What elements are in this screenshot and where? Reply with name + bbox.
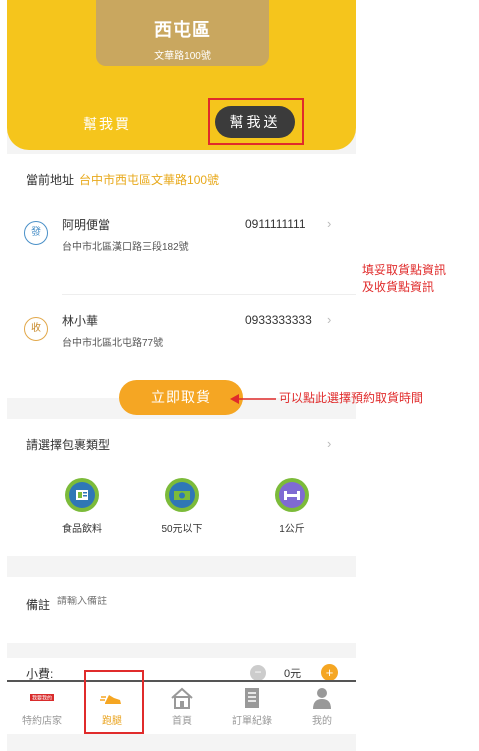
tab-label: 特約店家 bbox=[22, 716, 62, 727]
current-address-label: 當前地址 bbox=[26, 173, 75, 187]
package-option-label: 1公斤 bbox=[279, 524, 305, 535]
annotation-line: 填妥取貨點資訊 bbox=[362, 263, 447, 277]
receiver-row[interactable]: 收 林小華 台中市北區北屯路77號 0933333333 › bbox=[7, 304, 356, 364]
annotation-fill-info: 填妥取貨點資訊 及收貨點資訊 bbox=[362, 262, 446, 296]
package-option-price[interactable]: 50元以下 bbox=[142, 478, 222, 535]
package-option-food[interactable]: 食品飲料 bbox=[42, 478, 122, 535]
note-input[interactable] bbox=[57, 596, 287, 607]
annotation-line: 及收貨點資訊 bbox=[362, 280, 435, 294]
note-section: 備註 bbox=[7, 577, 356, 643]
food-menu-icon bbox=[65, 478, 99, 512]
cash-icon bbox=[165, 478, 199, 512]
sender-badge-icon: 發 bbox=[24, 221, 48, 245]
chevron-right-icon[interactable]: › bbox=[327, 436, 331, 451]
current-address: 當前地址 台中市西屯區文華路100號 bbox=[26, 171, 219, 188]
sender-address: 台中市北區漢口路三段182號 bbox=[62, 242, 189, 253]
chevron-right-icon: › bbox=[327, 216, 332, 231]
receiver-address: 台中市北區北屯路77號 bbox=[62, 338, 164, 349]
sender-phone: 0911111111 bbox=[245, 217, 306, 231]
arrow-left-icon bbox=[230, 394, 276, 404]
package-option-label: 食品飲料 bbox=[62, 524, 102, 535]
tab-label: 我的 bbox=[312, 716, 332, 727]
tab-label: 訂單紀錄 bbox=[232, 716, 272, 727]
package-type-title[interactable]: 請選擇包裹類型 bbox=[26, 436, 110, 453]
tip-decrease-button[interactable]: − bbox=[250, 665, 266, 681]
receiver-phone: 0933333333 bbox=[245, 313, 312, 327]
receiver-name: 林小華 bbox=[62, 314, 99, 328]
receiver-badge-icon: 收 bbox=[24, 317, 48, 341]
bottom-tab-bar: 我要我的 特約店家 跑腿 首頁 訂單紀錄 我的 bbox=[7, 680, 356, 734]
document-icon bbox=[240, 687, 264, 709]
highlight-send-tab bbox=[208, 98, 304, 145]
tab-order-history[interactable]: 訂單紀錄 bbox=[217, 682, 287, 736]
sender-row[interactable]: 發 阿明便當 台中市北區漢口路三段182號 0911111111 › bbox=[7, 208, 356, 268]
address-section: 當前地址 台中市西屯區文華路100號 發 阿明便當 台中市北區漢口路三段182號 … bbox=[7, 154, 356, 398]
person-icon bbox=[310, 687, 334, 709]
store-badge-text: 我要我的 bbox=[32, 695, 52, 702]
chevron-right-icon: › bbox=[327, 312, 332, 327]
tab-buy-for-me[interactable]: 幫我買 bbox=[83, 114, 131, 134]
district-name: 西屯區 bbox=[154, 20, 211, 40]
district-card[interactable]: 西屯區 文華路100號 bbox=[96, 0, 269, 66]
highlight-errand-tab bbox=[84, 670, 144, 734]
dumbbell-icon bbox=[275, 478, 309, 512]
current-address-value[interactable]: 台中市西屯區文華路100號 bbox=[79, 173, 219, 187]
home-icon bbox=[170, 687, 194, 709]
package-type-section: 請選擇包裹類型 › 食品飲料 50元以下 1公斤 bbox=[7, 419, 356, 556]
pickup-now-button[interactable]: 立即取貨 bbox=[119, 380, 243, 415]
note-label: 備註 bbox=[26, 598, 51, 612]
divider bbox=[62, 294, 356, 295]
annotation-schedule-hint: 可以點此選擇預約取貨時間 bbox=[279, 391, 424, 405]
store-icon: 我要我的 bbox=[30, 687, 54, 709]
district-address: 文華路100號 bbox=[154, 51, 211, 62]
tab-me[interactable]: 我的 bbox=[287, 682, 356, 736]
package-option-label: 50元以下 bbox=[161, 524, 203, 535]
tab-home[interactable]: 首頁 bbox=[147, 682, 217, 736]
tip-increase-button[interactable]: + bbox=[321, 664, 338, 681]
tab-partner-stores[interactable]: 我要我的 特約店家 bbox=[7, 682, 77, 736]
sender-name: 阿明便當 bbox=[62, 218, 111, 232]
package-option-weight[interactable]: 1公斤 bbox=[252, 478, 332, 535]
tip-value: 0元 bbox=[284, 668, 302, 680]
tab-label: 首頁 bbox=[172, 716, 192, 727]
